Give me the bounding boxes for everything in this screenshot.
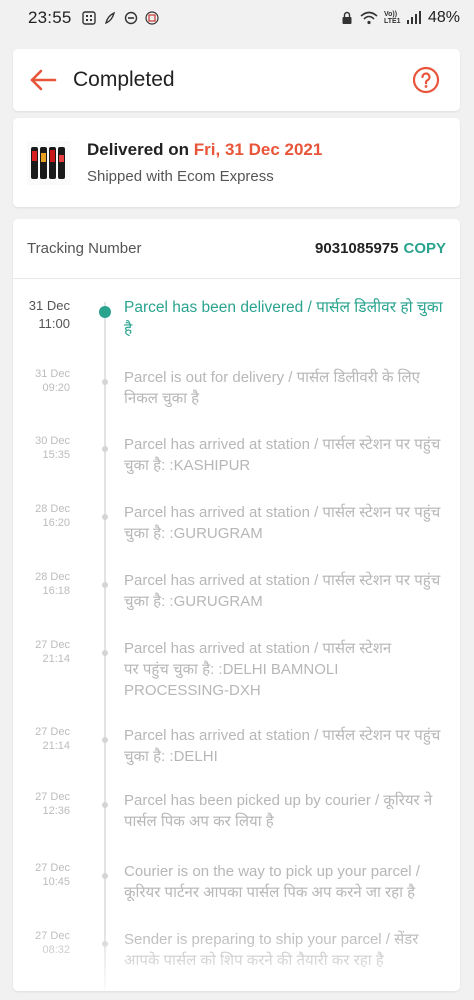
page-header: Completed (13, 49, 460, 111)
timeline-dot (102, 873, 108, 879)
event-time: 16:18 (42, 585, 70, 597)
event-date: 27 Dec (35, 930, 70, 942)
event-datetime: 31 Dec 09:20 (13, 367, 70, 395)
arrow-left-icon (30, 69, 57, 91)
tracking-card: Tracking Number 9031085975 COPY 31 Dec 11… (13, 219, 460, 991)
event-datetime: 27 Dec 21:14 (13, 638, 70, 666)
timeline-dot (102, 514, 108, 520)
tracking-number-value: 9031085975 (315, 240, 399, 257)
event-date: 31 Dec (28, 298, 70, 313)
page-title: Completed (73, 68, 175, 91)
event-date: 28 Dec (35, 503, 70, 515)
status-system-icons: Vo)) LTE1 48% (340, 9, 460, 27)
event-time: 11:00 (38, 316, 70, 331)
minus-circle-icon (124, 11, 138, 25)
event-datetime: 27 Dec 21:14 (13, 725, 70, 753)
event-datetime: 28 Dec 16:18 (13, 570, 70, 598)
battery-percent: 48% (427, 9, 460, 26)
event-description: Parcel has arrived at station / पार्सल स… (124, 504, 441, 542)
event-time: 21:14 (42, 653, 70, 665)
wifi-icon (360, 11, 378, 25)
delivered-date: Fri, 31 Dec 2021 (193, 140, 323, 159)
event-time: 10:45 (42, 876, 70, 888)
delivery-summary-card: Delivered on Fri, 31 Dec 2021 Shipped wi… (13, 118, 460, 207)
event-description: Parcel has been picked up by courier / क… (124, 792, 433, 830)
event-description: Parcel has been delivered / पार्सल डिलीव… (124, 299, 443, 338)
status-bar: 23:55 Vo)) LTE1 48% (0, 0, 474, 36)
event-date: 27 Dec (35, 639, 70, 651)
event-datetime: 31 Dec 11:00 (13, 297, 70, 333)
event-time: 15:35 (42, 449, 70, 461)
calendar-icon (144, 11, 159, 25)
tracking-number-row: Tracking Number 9031085975 COPY (13, 219, 460, 279)
timeline-dot (102, 379, 108, 385)
event-description: Parcel has arrived at station / पार्सल स… (124, 727, 441, 765)
copy-button[interactable]: COPY (403, 240, 446, 257)
event-date: 27 Dec (35, 791, 70, 803)
event-time: 08:32 (42, 944, 70, 956)
timeline-dot (102, 582, 108, 588)
timeline-dot (102, 737, 108, 743)
timeline-line (104, 302, 106, 991)
timeline-dot-active (99, 306, 111, 318)
event-date: 28 Dec (35, 571, 70, 583)
back-button[interactable] (13, 49, 73, 111)
event-description: Parcel is out for delivery / पार्सल डिली… (124, 369, 420, 407)
help-button[interactable] (412, 66, 440, 94)
tracking-number-label: Tracking Number (27, 240, 142, 257)
tracking-timeline: 31 Dec 11:00 Parcel has been delivered / … (13, 279, 460, 991)
network-label: Vo)) LTE1 (383, 11, 401, 25)
event-datetime: 27 Dec 12:36 (13, 790, 70, 818)
signal-icon (406, 11, 422, 25)
event-datetime: 27 Dec 10:45 (13, 861, 70, 889)
product-thumbnail[interactable] (27, 140, 71, 185)
event-datetime: 30 Dec 15:35 (13, 434, 70, 462)
delivered-status: Delivered on Fri, 31 Dec 2021 (87, 140, 322, 160)
event-description: Courier is on the way to pick up your pa… (124, 863, 420, 901)
event-time: 09:20 (42, 382, 70, 394)
question-circle-icon (412, 66, 440, 94)
leaf-icon (103, 11, 117, 25)
shipping-carrier: Shipped with Ecom Express (87, 168, 274, 185)
status-notification-icons (81, 11, 159, 25)
status-time: 23:55 (28, 8, 72, 27)
event-datetime: 27 Dec 08:32 (13, 929, 70, 957)
event-time: 16:20 (42, 517, 70, 529)
event-description: Sender is preparing to ship your parcel … (124, 931, 419, 969)
event-description: Parcel has arrived at station / पार्सल स… (124, 436, 441, 474)
event-date: 27 Dec (35, 726, 70, 738)
delivered-prefix: Delivered on (87, 140, 190, 159)
event-time: 12:36 (42, 805, 70, 817)
event-date: 30 Dec (35, 435, 70, 447)
timeline-dot (102, 446, 108, 452)
event-description: Parcel has arrived at station / पार्सल स… (124, 640, 392, 699)
event-time: 21:14 (42, 740, 70, 752)
event-date: 31 Dec (35, 368, 70, 380)
timeline-dot (102, 650, 108, 656)
event-date: 27 Dec (35, 862, 70, 874)
lock-icon (340, 11, 354, 25)
timeline-dot (102, 941, 108, 947)
event-description: Parcel has arrived at station / पार्सल स… (124, 572, 441, 610)
timeline-dot (102, 802, 108, 808)
gallery-icon (81, 11, 96, 25)
event-datetime: 28 Dec 16:20 (13, 502, 70, 530)
